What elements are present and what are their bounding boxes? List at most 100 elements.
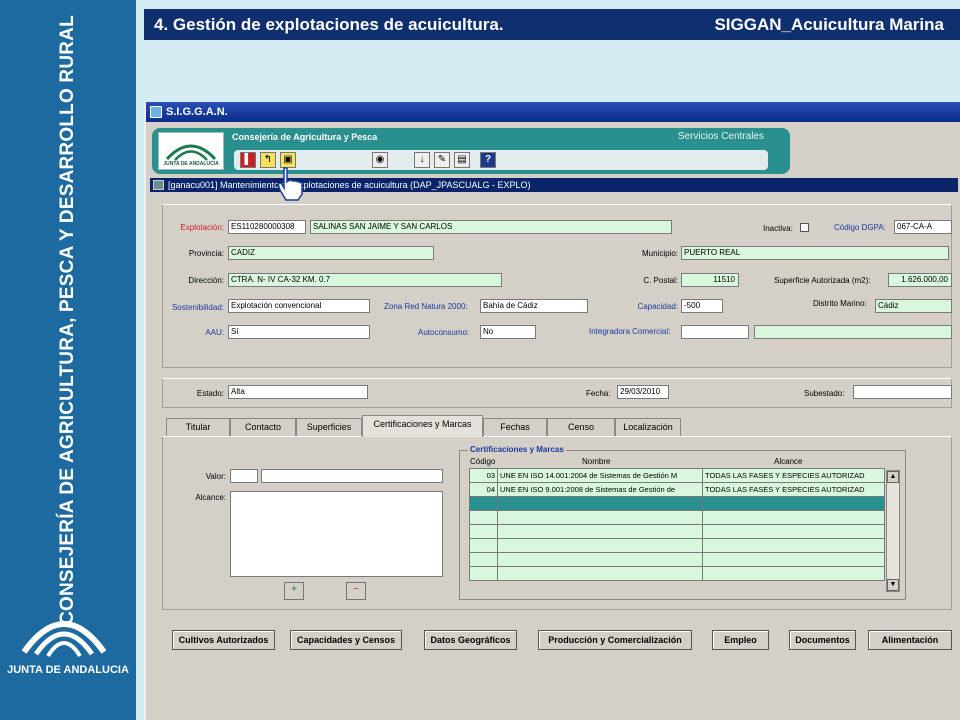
exit-icon[interactable]: ▌ <box>240 152 256 168</box>
explotacion-label: Explotación: <box>180 223 224 232</box>
inactiva-checkbox[interactable] <box>800 223 809 232</box>
subestado-label: Subestado: <box>804 389 845 398</box>
scroll-up-icon[interactable]: ▲ <box>887 471 899 483</box>
app-window: S.I.G.G.A.N. JUNTA DE ANDALUCIA Consejer… <box>144 102 960 720</box>
tab-censo[interactable]: Censo <box>547 418 615 436</box>
open-folder-icon[interactable]: ↰ <box>260 152 276 168</box>
provincia-label: Provincia: <box>188 249 224 258</box>
explotacion-name-field[interactable]: SALINAS SAN JAIME Y SAN CARLOS <box>310 220 672 234</box>
window-titlebar: S.I.G.G.A.N. <box>146 102 960 122</box>
col-codigo-header: Código <box>470 457 496 466</box>
municipio-field[interactable]: PUERTO REAL <box>681 246 949 260</box>
tab-fechas[interactable]: Fechas <box>483 418 547 436</box>
cpostal-field[interactable]: 11510 <box>681 273 739 287</box>
valor-name-field[interactable] <box>261 469 443 483</box>
direccion-field[interactable]: CTRA. N- IV CA-32 KM. 0.7 <box>228 273 502 287</box>
distrito-field[interactable]: Cádiz <box>875 299 952 313</box>
capacidad-field[interactable]: -500 <box>681 299 723 313</box>
table-row[interactable] <box>469 538 885 553</box>
datos-geograficos-button[interactable]: Datos Geográficos <box>424 630 517 650</box>
sostenibilidad-field[interactable]: Explotación convencional <box>228 299 370 313</box>
help-icon[interactable]: ? <box>480 152 496 168</box>
capacidades-censos-button[interactable]: Capacidades y Censos <box>290 630 402 650</box>
direccion-label: Dirección: <box>188 276 224 285</box>
estado-label: Estado: <box>196 389 224 398</box>
cell-nombre[interactable]: UNE EN ISO 14.001:2004 de Sistemas de Ge… <box>497 468 703 483</box>
valor-label: Valor: <box>205 472 226 481</box>
documentos-button[interactable]: Documentos <box>789 630 856 650</box>
consejeria-banner-text: CONSEJERÍA DE AGRICULTURA, PESCA Y DESAR… <box>57 15 78 625</box>
junta-andalucia-text: JUNTA DE ANDALUCIA <box>7 664 129 676</box>
provincia-field[interactable]: CADIZ <box>228 246 434 260</box>
certificaciones-group-title: Certificaciones y Marcas <box>468 445 566 454</box>
capacidad-label: Capacidad: <box>637 302 678 311</box>
slide-header: 4. Gestión de explotaciones de acuicultu… <box>144 9 960 40</box>
cell-alcance[interactable]: TODAS LAS FASES Y ESPECIES AUTORIZAD <box>702 482 885 497</box>
valor-code-field[interactable] <box>230 469 258 483</box>
tab-certificaciones[interactable]: Certificaciones y Marcas <box>362 415 483 437</box>
fecha-label: Fecha: <box>586 389 611 398</box>
edit-icon[interactable]: ✎ <box>434 152 450 168</box>
empleo-button[interactable]: Empleo <box>712 630 769 650</box>
cultivos-autorizados-button[interactable]: Cultivos Autorizados <box>172 630 275 650</box>
dgpa-field[interactable]: 067-CA-A <box>894 220 952 234</box>
remove-row-icon[interactable]: − <box>346 582 366 600</box>
table-row-selected[interactable] <box>469 496 885 511</box>
consejeria-label: Consejería de Agricultura y Pesca <box>232 132 378 142</box>
cell-nombre[interactable]: UNE EN ISO 9.001:2008 de Sistemas de Ges… <box>497 482 703 497</box>
natura-field[interactable]: Bahía de Cádiz <box>480 299 588 313</box>
aau-field[interactable]: Sí <box>228 325 370 339</box>
table-row[interactable]: 04 UNE EN ISO 9.001:2008 de Sistemas de … <box>469 482 885 497</box>
window-title: S.I.G.G.A.N. <box>166 106 228 118</box>
natura-label: Zona Red Natura 2000: <box>384 302 468 311</box>
cell-alcance[interactable]: TODAS LAS FASES Y ESPECIES AUTORIZAD <box>702 468 885 483</box>
dgpa-label: Código DGPA: <box>834 223 886 232</box>
junta-logo-icon: JUNTA DE ANDALUCIA <box>158 132 224 170</box>
estado-field[interactable]: Alta <box>228 385 368 399</box>
tab-contacto[interactable]: Contacto <box>230 418 296 436</box>
explotacion-code-field[interactable]: ES110280000308 <box>228 220 306 234</box>
alimentacion-button[interactable]: Alimentación <box>868 630 952 650</box>
fecha-field[interactable]: 29/03/2010 <box>617 385 669 399</box>
tab-titular[interactable]: Titular <box>166 418 230 436</box>
add-row-icon[interactable]: + <box>284 582 304 600</box>
subwindow-icon <box>153 180 164 190</box>
col-alcance-header: Alcance <box>774 457 803 466</box>
toolbar: ▌ ↰ ▣ ◉ ↓ ✎ ▤ ? <box>234 150 768 170</box>
table-row[interactable]: 03 UNE EN ISO 14.001:2004 de Sistemas de… <box>469 468 885 483</box>
alcance-textarea[interactable] <box>230 491 443 577</box>
side-banner: CONSEJERÍA DE AGRICULTURA, PESCA Y DESAR… <box>0 0 136 720</box>
subwindow-title: [ganacu001] Mantenimiento de explotacion… <box>168 180 531 190</box>
tab-superficies[interactable]: Superficies <box>296 418 362 436</box>
cell-codigo[interactable]: 03 <box>469 468 498 483</box>
print-icon[interactable]: ▤ <box>454 152 470 168</box>
scroll-down-icon[interactable]: ▼ <box>887 579 899 591</box>
tab-localizacion[interactable]: Localización <box>615 418 681 436</box>
download-icon[interactable]: ↓ <box>414 152 430 168</box>
binoculars-icon[interactable]: ◉ <box>372 152 388 168</box>
integradora-name-field[interactable] <box>754 325 952 339</box>
produccion-comercializacion-button[interactable]: Producción y Comercialización <box>538 630 692 650</box>
subestado-field[interactable] <box>853 385 952 399</box>
app-name: SIGGAN_Acuicultura Marina <box>714 15 944 34</box>
table-row[interactable] <box>469 524 885 539</box>
alcance-label: Alcance: <box>195 493 226 502</box>
cell-codigo[interactable]: 04 <box>469 482 498 497</box>
table-row[interactable] <box>469 566 885 581</box>
municipio-label: Municipio: <box>641 249 678 258</box>
junta-andalucia-logo-icon <box>21 621 107 658</box>
table-row[interactable] <box>469 552 885 567</box>
inactiva-label: Inactiva: <box>763 224 793 233</box>
app-header-bar: JUNTA DE ANDALUCIA Consejería de Agricul… <box>152 128 790 174</box>
table-row[interactable] <box>469 510 885 525</box>
integradora-code-field[interactable] <box>681 325 749 339</box>
servicios-label: Servicios Centrales <box>677 131 764 142</box>
table-scrollbar[interactable]: ▲ ▼ <box>886 470 900 592</box>
aau-label: AAU: <box>205 328 224 337</box>
autoconsumo-field[interactable]: No <box>480 325 536 339</box>
superficie-field[interactable]: 1.626.000,00 <box>888 273 952 287</box>
superficie-label: Superficie Autorizada (m2): <box>774 276 871 285</box>
slide-title: 4. Gestión de explotaciones de acuicultu… <box>154 15 504 34</box>
col-nombre-header: Nombre <box>582 457 611 466</box>
distrito-label: Distrito Marino: <box>813 299 867 308</box>
